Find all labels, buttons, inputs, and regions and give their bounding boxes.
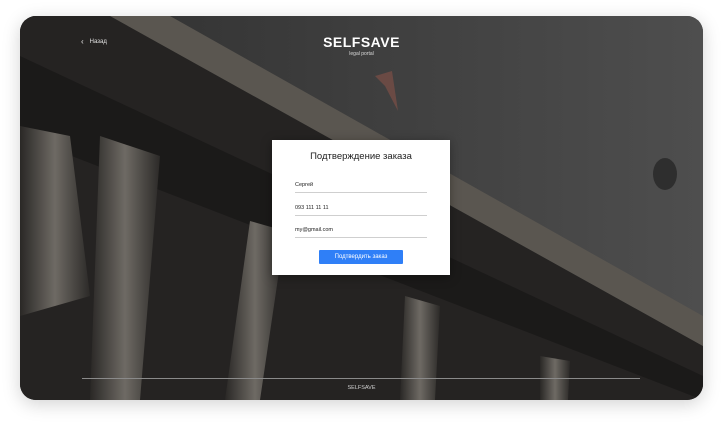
- order-confirmation-card: Подтверждение заказа Сергей 093 111 11 1…: [272, 140, 450, 275]
- brand-logo: SELFSAVE legal portal: [20, 34, 703, 57]
- phone-field[interactable]: 093 111 11 11: [295, 201, 427, 216]
- name-field[interactable]: Сергей: [295, 178, 427, 193]
- app-window: ‹ Назад SELFSAVE legal portal Подтвержде…: [20, 16, 703, 400]
- footer-brand: SELFSAVE: [347, 385, 376, 391]
- card-title: Подтверждение заказа: [310, 151, 412, 162]
- footer-divider: [82, 378, 640, 379]
- confirm-order-button[interactable]: Подтвердить заказ: [319, 250, 403, 264]
- brand-subtitle: legal portal: [349, 51, 374, 57]
- brand-title: SELFSAVE: [323, 34, 400, 50]
- email-field[interactable]: my@gmail.com: [295, 223, 427, 238]
